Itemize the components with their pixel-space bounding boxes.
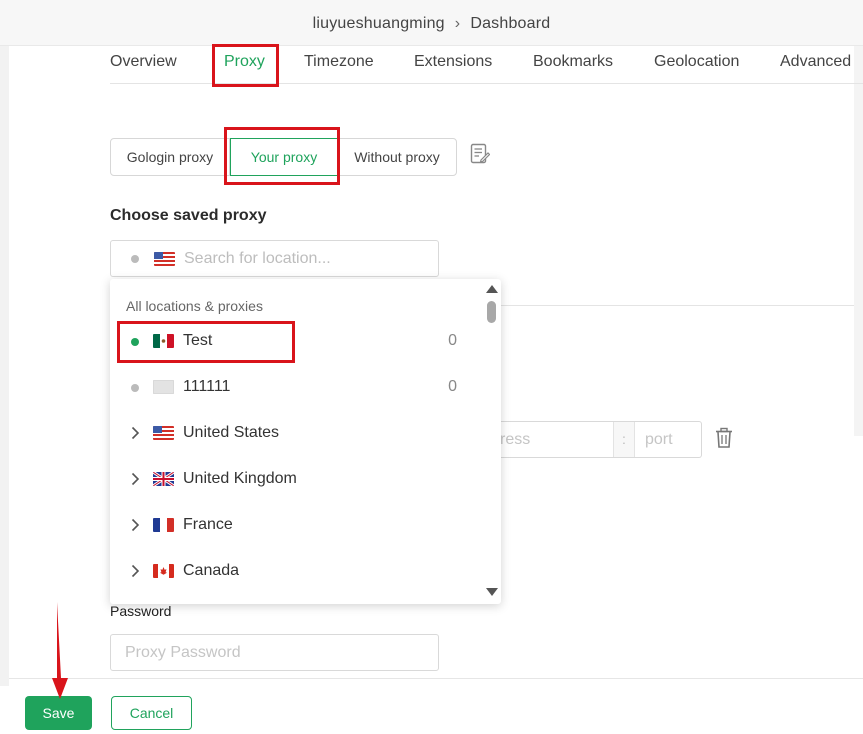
location-name: Canada [183, 562, 240, 579]
location-name: France [183, 516, 233, 533]
location-item-united-kingdom[interactable]: United Kingdom [110, 457, 482, 503]
proxy-search-input[interactable]: Search for location... [110, 240, 439, 277]
tab-overview[interactable]: Overview [110, 53, 177, 71]
chevron-right-icon [131, 472, 140, 486]
save-button[interactable]: Save [25, 696, 92, 730]
port-placeholder: port [645, 431, 673, 448]
blank-flag-icon [153, 380, 174, 394]
address-placeholder: ress [500, 431, 531, 448]
password-label: Password [110, 603, 172, 619]
location-item-united-states[interactable]: United States [110, 411, 482, 457]
breadcrumb-page[interactable]: Dashboard [470, 15, 550, 32]
section-divider [500, 305, 854, 306]
location-item-france[interactable]: France [110, 503, 482, 549]
tab-extensions[interactable]: Extensions [414, 53, 492, 71]
location-name: United States [183, 424, 280, 441]
breadcrumb-separator: › [454, 15, 461, 32]
status-dot [131, 255, 139, 263]
right-scrollbar[interactable] [854, 46, 863, 436]
active-status-dot [131, 338, 139, 346]
settings-tabs: Overview Proxy Timezone Extensions Bookm… [110, 46, 863, 84]
trash-icon[interactable] [714, 427, 734, 449]
dropdown-header: All locations & proxies [126, 298, 263, 314]
edit-note-icon[interactable] [470, 143, 490, 165]
chevron-right-icon [131, 426, 140, 440]
password-placeholder: Proxy Password [125, 644, 241, 661]
proxy-location-dropdown: All locations & proxies Test 0 111111 0 … [110, 279, 501, 604]
proxy-name: 111111 [183, 378, 231, 395]
scroll-up-arrow-icon[interactable] [486, 285, 498, 293]
choose-saved-proxy-title: Choose saved proxy [110, 207, 267, 224]
france-flag-icon [153, 518, 174, 532]
host-port-separator: : [613, 422, 635, 457]
proxy-name: Test [183, 332, 213, 349]
tab-advanced[interactable]: Advanced [780, 53, 851, 71]
gologin-proxy-option[interactable]: Gologin proxy [110, 138, 230, 176]
chevron-right-icon [131, 564, 140, 578]
canada-flag-icon [153, 564, 174, 578]
mexico-flag-icon [153, 334, 174, 348]
search-placeholder: Search for location... [184, 250, 331, 267]
location-name: United Kingdom [183, 470, 297, 487]
top-bar: liuyueshuangming › Dashboard [0, 0, 863, 46]
proxy-password-input[interactable]: Proxy Password [110, 634, 439, 671]
tab-proxy[interactable]: Proxy [224, 53, 265, 71]
scroll-thumb[interactable] [487, 301, 496, 323]
chevron-right-icon [131, 518, 140, 532]
proxy-item-test[interactable]: Test 0 [110, 319, 482, 365]
breadcrumb-profile[interactable]: liuyueshuangming [313, 15, 445, 32]
proxy-usage-count: 0 [448, 378, 457, 395]
cancel-button[interactable]: Cancel [111, 696, 192, 730]
uk-flag-icon [153, 472, 174, 486]
left-gutter [0, 46, 9, 686]
proxy-usage-count: 0 [448, 332, 457, 349]
tab-timezone[interactable]: Timezone [304, 53, 374, 71]
us-flag-icon [154, 252, 175, 266]
proxy-host-field[interactable]: ress : port [480, 421, 702, 458]
breadcrumb: liuyueshuangming › Dashboard [0, 15, 863, 33]
tab-geolocation[interactable]: Geolocation [654, 53, 739, 71]
location-item-canada[interactable]: Canada [110, 549, 482, 595]
dropdown-scrollbar[interactable] [482, 279, 501, 604]
proxy-item-111111[interactable]: 111111 0 [110, 365, 482, 411]
inactive-status-dot [131, 384, 139, 392]
us-flag-icon [153, 426, 174, 440]
without-proxy-option[interactable]: Without proxy [337, 138, 457, 176]
your-proxy-option[interactable]: Your proxy [230, 138, 338, 176]
scroll-down-arrow-icon[interactable] [486, 588, 498, 596]
tab-bookmarks[interactable]: Bookmarks [533, 53, 613, 71]
